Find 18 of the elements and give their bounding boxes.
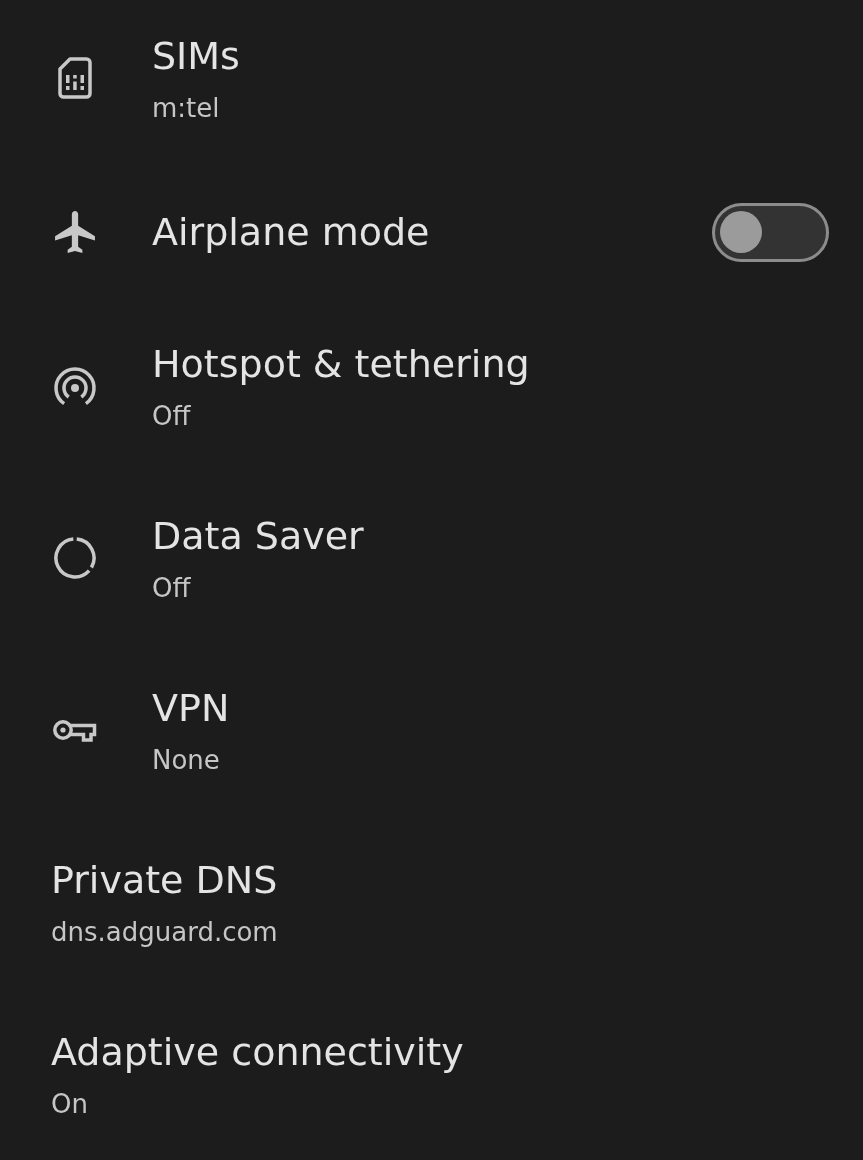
broken-ring-icon — [53, 536, 97, 580]
setting-title[interactable]: Data Saver — [152, 510, 863, 561]
setting-value: Off — [152, 571, 192, 605]
radio-waves-icon — [53, 366, 97, 406]
setting-title[interactable]: Hotspot & tethering — [152, 338, 863, 389]
setting-value: m:tel — [152, 91, 221, 125]
setting-title[interactable]: SIMs — [152, 30, 863, 81]
setting-title[interactable]: Adaptive connectivity — [51, 1026, 863, 1077]
key-icon — [53, 717, 97, 743]
airplane-icon — [55, 211, 95, 253]
setting-title[interactable]: Private DNS — [51, 854, 863, 905]
setting-value: None — [152, 743, 221, 777]
setting-value: dns.adguard.com — [51, 915, 279, 949]
setting-title[interactable]: VPN — [152, 682, 863, 733]
setting-title[interactable]: Airplane mode — [152, 207, 712, 257]
setting-value: On — [51, 1087, 89, 1121]
sim-card-icon — [58, 57, 92, 99]
setting-value: Off — [152, 399, 192, 433]
